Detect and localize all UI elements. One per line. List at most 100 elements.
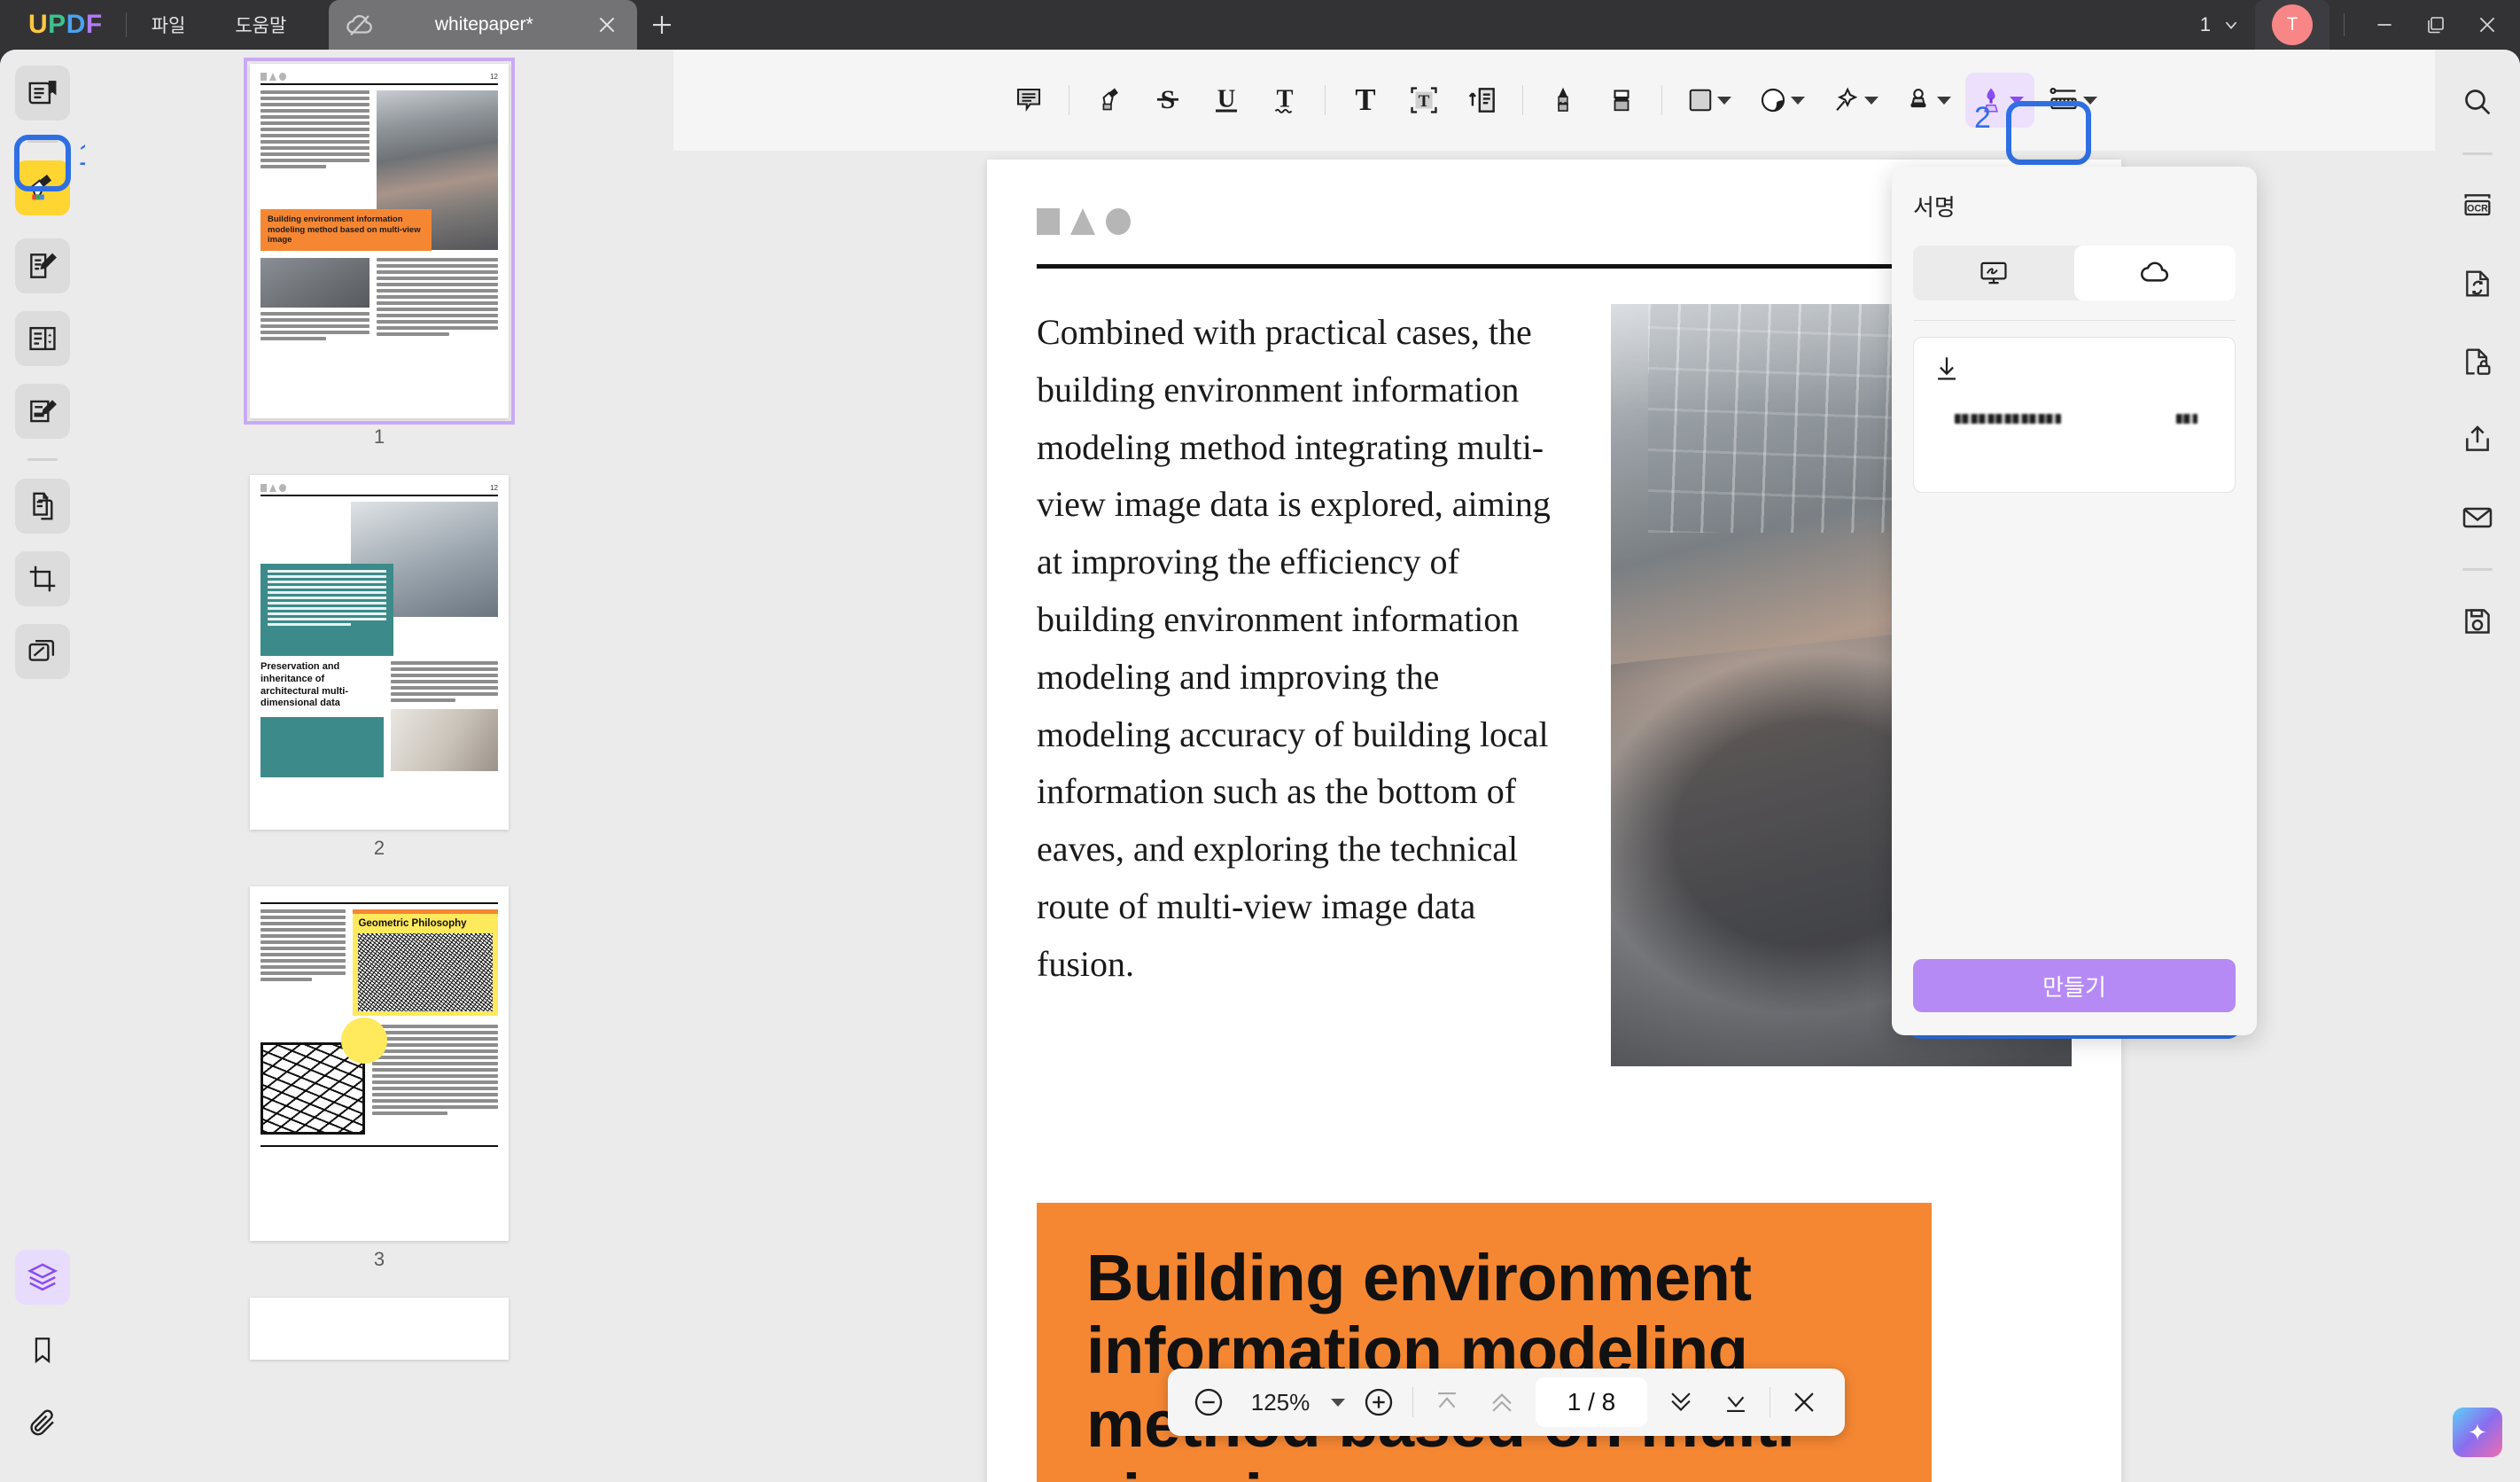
rail-bookmarks[interactable]: [15, 1322, 70, 1377]
zoom-in-icon[interactable]: [1357, 1381, 1400, 1424]
chevron-down-icon[interactable]: [2010, 96, 2024, 105]
tool-sticker[interactable]: [1747, 73, 1816, 128]
chevron-down-icon[interactable]: [1331, 1398, 1345, 1407]
avatar[interactable]: T: [2255, 0, 2329, 50]
rail-attachments[interactable]: [15, 1395, 70, 1450]
page-number-field[interactable]: 1 / 8: [1536, 1377, 1647, 1427]
squiggly-underline-icon: T: [1274, 86, 1294, 113]
rail-thumbnails[interactable]: [15, 1250, 70, 1305]
thumbnail-page-2[interactable]: 12 Preservation and inheritance of archi…: [250, 475, 509, 830]
signature-item[interactable]: [1913, 337, 2236, 493]
maximize-icon[interactable]: [2410, 0, 2462, 50]
tool-textbox[interactable]: T: [1396, 73, 1451, 128]
thumb1-lower-right: [377, 257, 498, 343]
search-icon: [2465, 90, 2491, 115]
document-tab[interactable]: whitepaper*: [329, 0, 638, 50]
tool-underline[interactable]: U: [1199, 73, 1254, 128]
close-zoombar-icon[interactable]: [1783, 1381, 1825, 1424]
logo-letter-f: F: [85, 10, 103, 39]
logo-letter-d: D: [66, 10, 86, 39]
thumb2-header: 12: [261, 484, 498, 492]
close-icon[interactable]: [593, 11, 621, 39]
underline-icon: U: [1216, 86, 1237, 113]
strikethrough-icon: S: [1157, 85, 1178, 114]
rail-crop[interactable]: [15, 551, 70, 606]
step-2-number: 2: [1974, 101, 1991, 135]
create-signature-button[interactable]: 만들기: [1913, 959, 2236, 1012]
convert-file-icon: [33, 492, 53, 520]
menu-file[interactable]: 파일: [127, 0, 211, 50]
ai-assistant-button[interactable]: ✦: [2453, 1408, 2502, 1457]
first-page-icon[interactable]: [1426, 1381, 1468, 1424]
thumb3-right-text: [371, 1025, 498, 1135]
thumbnail-page-4[interactable]: [250, 1298, 509, 1360]
right-share[interactable]: [2450, 412, 2505, 467]
right-protect[interactable]: [2450, 334, 2505, 389]
close-window-icon[interactable]: [2462, 0, 2513, 50]
form-fill-icon: [30, 400, 57, 423]
document-lock-icon: [2466, 348, 2491, 375]
menu-help[interactable]: 도움말: [210, 0, 311, 50]
right-search[interactable]: [2450, 74, 2505, 129]
right-ocr[interactable]: OCR: [2450, 178, 2505, 233]
chevron-down-icon: [2225, 21, 2237, 29]
rail-separator-2: [27, 458, 58, 461]
thumbnail-label-2: 2: [373, 837, 385, 859]
tool-note[interactable]: [1001, 73, 1056, 128]
next-page-icon[interactable]: [1660, 1381, 1702, 1424]
thumb1-page-number: 12: [490, 73, 498, 81]
sig-tab-cloud[interactable]: [2074, 246, 2236, 300]
rail-organize-pages[interactable]: [15, 311, 70, 366]
batch-process-icon: [28, 639, 55, 661]
tool-strikethrough[interactable]: S: [1140, 73, 1195, 128]
thumbnail-panel[interactable]: 12 Building environment information mode…: [85, 50, 673, 1482]
tool-callout[interactable]: [1455, 73, 1510, 128]
rail-batch[interactable]: [15, 624, 70, 679]
tool-eraser[interactable]: [1594, 73, 1649, 128]
chevron-down-icon[interactable]: [2083, 96, 2097, 105]
rail-annotate[interactable]: [15, 160, 70, 215]
svg-text:U: U: [1217, 86, 1236, 113]
right-convert[interactable]: [2450, 256, 2505, 311]
reader-bookmark-icon: [28, 81, 57, 105]
chevron-down-icon[interactable]: [1937, 96, 1951, 105]
monitor-signature-icon: [1980, 261, 2007, 285]
chevron-down-icon[interactable]: [1864, 96, 1878, 105]
chevron-down-icon[interactable]: [1791, 96, 1805, 105]
sig-tab-device[interactable]: [1913, 246, 2074, 300]
plus-icon[interactable]: [637, 0, 687, 50]
tool-text[interactable]: T: [1338, 73, 1393, 128]
bookmark-icon: [35, 1338, 51, 1364]
thumbnail-page-1[interactable]: 12 Building environment information mode…: [244, 58, 515, 425]
rail-form[interactable]: [15, 384, 70, 439]
tool-measure[interactable]: [2038, 73, 2107, 128]
zoom-out-icon[interactable]: [1187, 1381, 1230, 1424]
chevron-down-icon[interactable]: [1717, 96, 1731, 105]
ruler-measure-icon: [2049, 87, 2077, 110]
minimize-icon[interactable]: [2359, 0, 2410, 50]
rail-reader[interactable]: [15, 66, 70, 121]
comment-note-icon: [1016, 88, 1041, 113]
thumb2-heading: Preservation and inheritance of architec…: [261, 661, 385, 777]
tool-stamp[interactable]: [1893, 73, 1962, 128]
tool-squiggly[interactable]: T: [1257, 73, 1312, 128]
zoom-level-label[interactable]: 125%: [1242, 1389, 1318, 1416]
right-email[interactable]: [2450, 490, 2505, 545]
tool-stamp-pin[interactable]: [1820, 73, 1889, 128]
square-shape: [1037, 208, 1060, 235]
rail-convert[interactable]: [15, 479, 70, 534]
tool-shape[interactable]: [1675, 73, 1744, 128]
ai-sparkle-icon: ✦: [2468, 1418, 2487, 1446]
thumbnail-page-3[interactable]: Geometric Philosophy: [250, 886, 509, 1241]
last-page-icon[interactable]: [1715, 1381, 1757, 1424]
signature-panel: 서명 만들기: [1892, 167, 2257, 1035]
prev-page-icon[interactable]: [1481, 1381, 1523, 1424]
window-count-selector[interactable]: 1: [2186, 13, 2255, 36]
tool-pencil[interactable]: [1536, 73, 1591, 128]
annotation-toolbar: S U T T T: [673, 50, 2435, 151]
rail-edit-pdf[interactable]: [15, 238, 70, 293]
right-save[interactable]: [2450, 594, 2505, 649]
tool-highlight[interactable]: [1082, 73, 1137, 128]
tab-title: whitepaper*: [434, 14, 533, 35]
signature-panel-footer: 만들기: [1913, 959, 2236, 1012]
